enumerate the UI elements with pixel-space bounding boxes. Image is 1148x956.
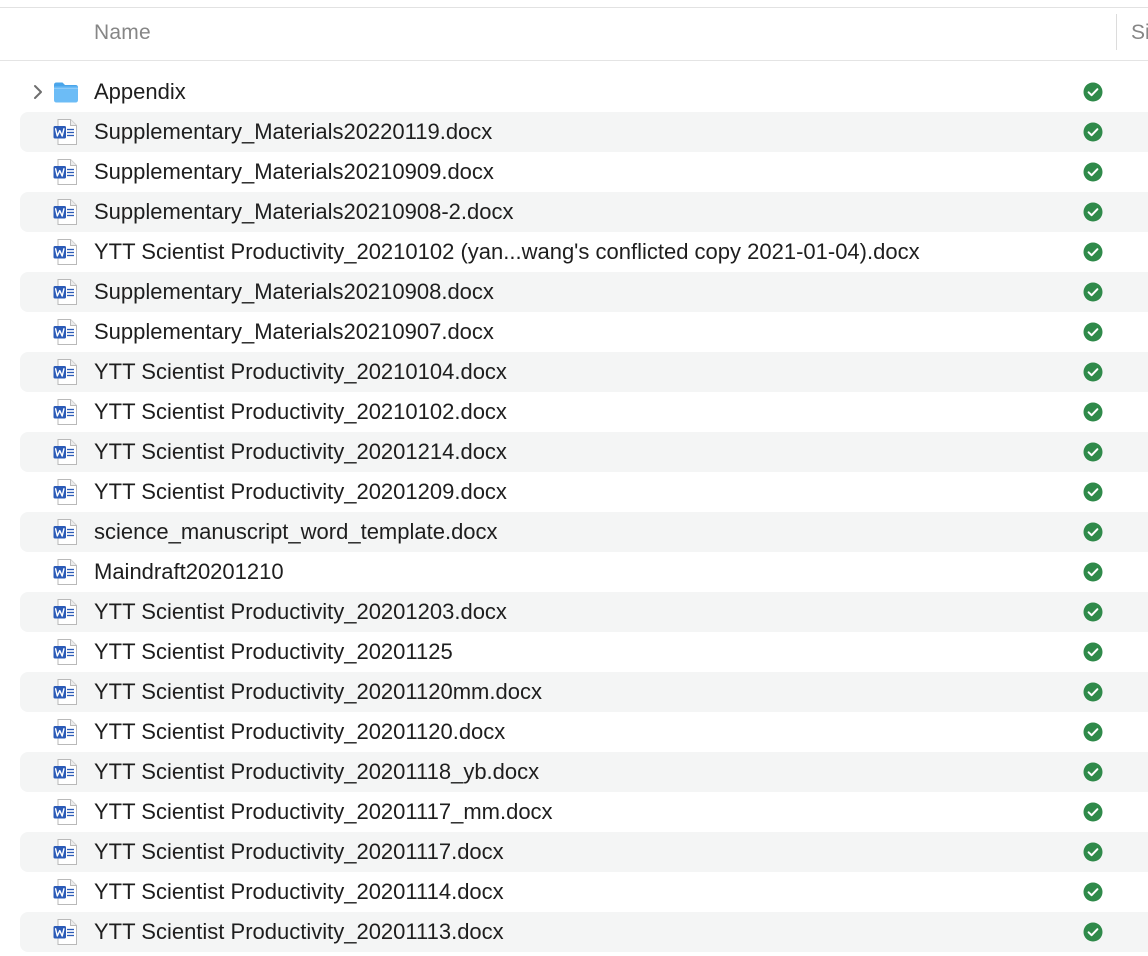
- file-list: Appendix Supplementary_Materials20220119.…: [0, 72, 1148, 952]
- file-name: Supplementary_Materials20210908-2.docx: [94, 199, 514, 224]
- file-row[interactable]: YTT Scientist Productivity_20201117.docx: [20, 832, 1148, 872]
- file-name: Supplementary_Materials20210907.docx: [94, 319, 494, 344]
- file-name: YTT Scientist Productivity_20210102.docx: [94, 399, 507, 424]
- word-document-icon: [52, 758, 80, 786]
- word-document-icon: [52, 638, 80, 666]
- file-row[interactable]: YTT Scientist Productivity_20210102 (yan…: [20, 232, 1148, 272]
- sync-status-check-icon: [1083, 402, 1103, 422]
- column-header-size[interactable]: Si: [1131, 21, 1148, 45]
- file-name: YTT Scientist Productivity_20210102 (yan…: [94, 239, 920, 264]
- file-row[interactable]: YTT Scientist Productivity_20201120.docx: [20, 712, 1148, 752]
- word-document-icon: [52, 198, 80, 226]
- file-row[interactable]: Supplementary_Materials20210908.docx: [20, 272, 1148, 312]
- file-name: Maindraft20201210: [94, 559, 284, 584]
- file-name: YTT Scientist Productivity_20201120.docx: [94, 719, 506, 744]
- sync-status-check-icon: [1083, 842, 1103, 862]
- file-name: Supplementary_Materials20210909.docx: [94, 159, 494, 184]
- sync-status-check-icon: [1083, 922, 1103, 942]
- sync-status-check-icon: [1083, 522, 1103, 542]
- word-document-icon: [52, 478, 80, 506]
- file-name: Supplementary_Materials20210908.docx: [94, 279, 494, 304]
- word-document-icon: [52, 678, 80, 706]
- file-row[interactable]: YTT Scientist Productivity_20201117_mm.d…: [20, 792, 1148, 832]
- file-name: Appendix: [94, 79, 186, 104]
- file-name: YTT Scientist Productivity_20201117.docx: [94, 839, 504, 864]
- folder-icon: [52, 78, 80, 106]
- column-header-name[interactable]: Name: [94, 21, 151, 45]
- file-row[interactable]: YTT Scientist Productivity_20201203.docx: [20, 592, 1148, 632]
- file-row[interactable]: YTT Scientist Productivity_20210102.docx: [20, 392, 1148, 432]
- sync-status-check-icon: [1083, 802, 1103, 822]
- sync-status-check-icon: [1083, 242, 1103, 262]
- word-document-icon: [52, 118, 80, 146]
- sync-status-check-icon: [1083, 442, 1103, 462]
- word-document-icon: [52, 838, 80, 866]
- file-name: YTT Scientist Productivity_20210104.docx: [94, 359, 507, 384]
- sync-status-check-icon: [1083, 762, 1103, 782]
- file-name: YTT Scientist Productivity_20201214.docx: [94, 439, 507, 464]
- sync-status-check-icon: [1083, 282, 1103, 302]
- word-document-icon: [52, 598, 80, 626]
- word-document-icon: [52, 518, 80, 546]
- sync-status-check-icon: [1083, 562, 1103, 582]
- word-document-icon: [52, 358, 80, 386]
- file-row[interactable]: Maindraft20201210: [20, 552, 1148, 592]
- column-divider[interactable]: [1116, 14, 1117, 50]
- file-name: science_manuscript_word_template.docx: [94, 519, 498, 544]
- file-name: YTT Scientist Productivity_20201114.docx: [94, 879, 504, 904]
- file-row[interactable]: YTT Scientist Productivity_20201113.docx: [20, 912, 1148, 952]
- file-row[interactable]: Supplementary_Materials20220119.docx: [20, 112, 1148, 152]
- file-row[interactable]: science_manuscript_word_template.docx: [20, 512, 1148, 552]
- sync-status-check-icon: [1083, 122, 1103, 142]
- sync-status-check-icon: [1083, 642, 1103, 662]
- word-document-icon: [52, 878, 80, 906]
- sync-status-check-icon: [1083, 722, 1103, 742]
- sync-status-check-icon: [1083, 682, 1103, 702]
- file-row[interactable]: YTT Scientist Productivity_20210104.docx: [20, 352, 1148, 392]
- word-document-icon: [52, 238, 80, 266]
- chevron-right-icon[interactable]: [28, 82, 48, 102]
- sync-status-check-icon: [1083, 202, 1103, 222]
- sync-status-check-icon: [1083, 882, 1103, 902]
- file-name: YTT Scientist Productivity_20201125: [94, 639, 453, 664]
- word-document-icon: [52, 918, 80, 946]
- file-name: YTT Scientist Productivity_20201113.docx: [94, 919, 504, 944]
- sync-status-check-icon: [1083, 322, 1103, 342]
- file-name: YTT Scientist Productivity_20201118_yb.d…: [94, 759, 540, 784]
- word-document-icon: [52, 798, 80, 826]
- word-document-icon: [52, 398, 80, 426]
- file-name: YTT Scientist Productivity_20201209.docx: [94, 479, 507, 504]
- sync-status-check-icon: [1083, 482, 1103, 502]
- sync-status-check-icon: [1083, 162, 1103, 182]
- word-document-icon: [52, 318, 80, 346]
- file-row[interactable]: Supplementary_Materials20210909.docx: [20, 152, 1148, 192]
- file-row[interactable]: YTT Scientist Productivity_20201209.docx: [20, 472, 1148, 512]
- word-document-icon: [52, 438, 80, 466]
- file-name: YTT Scientist Productivity_20201120mm.do…: [94, 679, 542, 704]
- folder-row[interactable]: Appendix: [20, 72, 1148, 112]
- word-document-icon: [52, 718, 80, 746]
- file-row[interactable]: YTT Scientist Productivity_20201120mm.do…: [20, 672, 1148, 712]
- file-row[interactable]: YTT Scientist Productivity_20201114.docx: [20, 872, 1148, 912]
- file-row[interactable]: YTT Scientist Productivity_20201125: [20, 632, 1148, 672]
- list-header: Name Si: [0, 8, 1148, 61]
- file-name: YTT Scientist Productivity_20201203.docx: [94, 599, 507, 624]
- file-name: YTT Scientist Productivity_20201117_mm.d…: [94, 799, 553, 824]
- word-document-icon: [52, 158, 80, 186]
- sync-status-check-icon: [1083, 602, 1103, 622]
- word-document-icon: [52, 558, 80, 586]
- file-row[interactable]: Supplementary_Materials20210907.docx: [20, 312, 1148, 352]
- file-name: Supplementary_Materials20220119.docx: [94, 119, 493, 144]
- sync-status-check-icon: [1083, 82, 1103, 102]
- window-top-edge: [0, 0, 1148, 8]
- file-row[interactable]: Supplementary_Materials20210908-2.docx: [20, 192, 1148, 232]
- file-row[interactable]: YTT Scientist Productivity_20201118_yb.d…: [20, 752, 1148, 792]
- file-row[interactable]: YTT Scientist Productivity_20201214.docx: [20, 432, 1148, 472]
- sync-status-check-icon: [1083, 362, 1103, 382]
- word-document-icon: [52, 278, 80, 306]
